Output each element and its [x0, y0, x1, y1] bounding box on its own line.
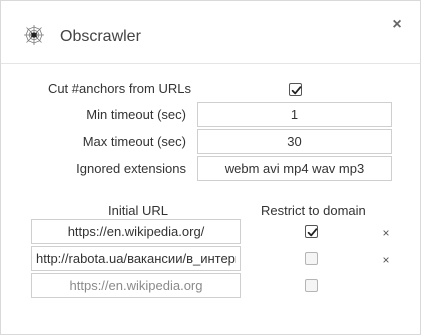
ignored-extensions-input[interactable] — [197, 156, 392, 181]
max-timeout-label: Max timeout (sec) — [82, 134, 186, 149]
new-url-input[interactable] — [31, 273, 241, 298]
remove-url-button[interactable]: × — [381, 227, 391, 239]
remove-url-button[interactable]: × — [381, 254, 391, 266]
spider-web-icon — [23, 24, 45, 46]
max-timeout-input[interactable] — [197, 129, 392, 154]
cut-anchors-label: Cut #anchors from URLs — [47, 81, 191, 96]
initial-url-input[interactable] — [31, 219, 241, 244]
restrict-domain-checkbox[interactable] — [305, 225, 318, 238]
new-restrict-domain-checkbox[interactable] — [305, 279, 318, 292]
checkmark-icon — [291, 86, 302, 95]
cut-anchors-checkbox[interactable] — [289, 83, 302, 96]
app-title: Obscrawler — [60, 28, 141, 45]
close-button[interactable]: × — [389, 16, 405, 34]
restrict-domain-checkbox[interactable] — [305, 252, 318, 265]
initial-url-header: Initial URL — [108, 203, 168, 218]
obscrawler-dialog: Obscrawler × Cut #anchors from URLs Min … — [0, 0, 421, 335]
min-timeout-label: Min timeout (sec) — [86, 107, 186, 122]
dialog-header: Obscrawler × — [1, 1, 420, 64]
checkmark-icon — [307, 228, 318, 237]
min-timeout-input[interactable] — [197, 102, 392, 127]
initial-url-input[interactable] — [31, 246, 241, 271]
ignored-extensions-label: Ignored extensions — [76, 161, 186, 176]
restrict-domain-header: Restrict to domain — [261, 203, 366, 218]
